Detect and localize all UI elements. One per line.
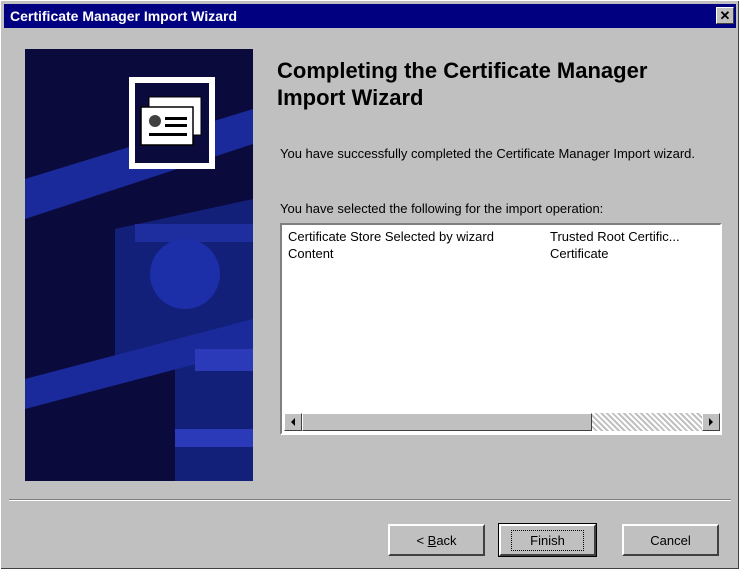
wizard-banner [25, 49, 253, 481]
close-icon: ✕ [719, 8, 731, 23]
certificate-icon [129, 77, 215, 169]
finish-button[interactable]: Finish [498, 523, 597, 557]
back-button[interactable]: < Back [388, 524, 485, 556]
arrow-right-icon [709, 418, 713, 426]
close-button[interactable]: ✕ [716, 7, 734, 24]
list-item[interactable]: Certificate Store Selected by wizard Tru… [288, 229, 720, 246]
scroll-thumb[interactable] [302, 413, 592, 431]
back-button-label: < Back [416, 532, 457, 548]
setting-value: Certificate [550, 246, 609, 261]
wizard-banner-art [25, 49, 253, 481]
list-item[interactable]: Content Certificate [288, 246, 720, 263]
cancel-button[interactable]: Cancel [622, 524, 719, 556]
completion-message: You have successfully completed the Cert… [280, 146, 695, 161]
setting-name: Content [288, 246, 334, 261]
wizard-window: Certificate Manager Import Wizard ✕ Comp… [0, 0, 740, 570]
finish-button-label: Finish [511, 529, 584, 551]
arrow-left-icon [291, 418, 295, 426]
setting-value: Trusted Root Certific... [550, 229, 680, 244]
horizontal-scrollbar[interactable] [284, 413, 720, 431]
selection-summary-label: You have selected the following for the … [280, 201, 604, 216]
scroll-left-button[interactable] [284, 413, 302, 431]
setting-name: Certificate Store Selected by wizard [288, 229, 494, 244]
title-bar[interactable]: Certificate Manager Import Wizard ✕ [4, 4, 736, 28]
scroll-right-button[interactable] [702, 413, 720, 431]
window-title: Certificate Manager Import Wizard [10, 8, 238, 24]
cancel-button-label: Cancel [650, 532, 691, 548]
import-summary-list[interactable]: Certificate Store Selected by wizard Tru… [280, 223, 722, 435]
page-title: Completing the Certificate Manager Impor… [277, 58, 648, 110]
footer-separator [9, 499, 731, 501]
